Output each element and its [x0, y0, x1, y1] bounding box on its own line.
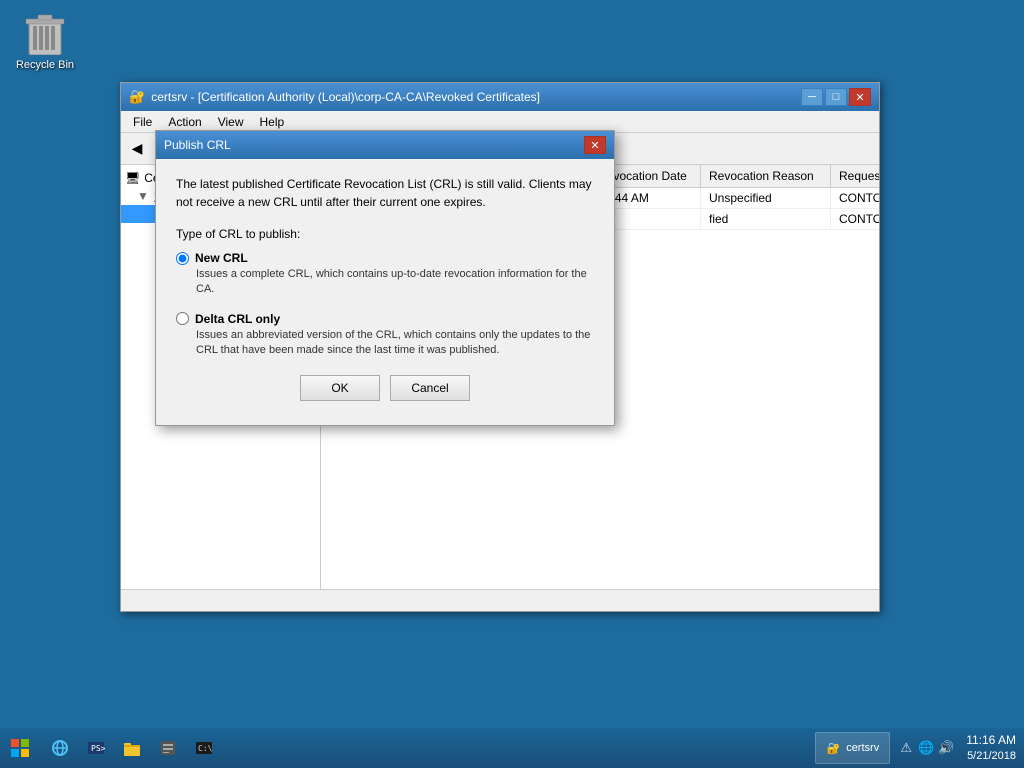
dialog-title: Publish CRL	[164, 138, 231, 152]
new-crl-label[interactable]: New CRL	[195, 251, 248, 265]
delta-crl-label[interactable]: Delta CRL only	[195, 312, 280, 326]
delta-crl-radio[interactable]	[176, 312, 189, 325]
taskbar-item-icon: 🔐	[826, 742, 840, 755]
window-title: certsrv - [Certification Authority (Loca…	[151, 90, 540, 104]
menu-help[interactable]: Help	[252, 113, 293, 131]
taskbar-pin-server-manager[interactable]	[152, 732, 184, 764]
cancel-button[interactable]: Cancel	[390, 375, 470, 401]
col-header-requester[interactable]: Requester N...	[831, 165, 879, 187]
delta-crl-description: Issues an abbreviated version of the CRL…	[196, 328, 594, 359]
title-bar: 🔐 certsrv - [Certification Authority (Lo…	[121, 83, 879, 111]
recycle-bin-label: Recycle Bin	[16, 59, 74, 71]
taskbar-active-item[interactable]: 🔐 certsrv	[815, 732, 890, 764]
back-button[interactable]: ◀	[125, 137, 149, 161]
dialog-section-label: Type of CRL to publish:	[176, 227, 594, 241]
minimize-button[interactable]: ─	[801, 88, 823, 106]
col-header-reason[interactable]: Revocation Reason	[701, 165, 831, 187]
cell-requester: CONTOSO\	[831, 188, 879, 208]
clock-time: 11:16 AM	[966, 732, 1016, 749]
title-bar-left: 🔐 certsrv - [Certification Authority (Lo…	[129, 89, 540, 105]
tray-volume-icon[interactable]: 🔊	[938, 740, 954, 756]
desktop: Recycle Bin 🔐 certsrv - [Certification A…	[0, 0, 1024, 768]
tray-network-icon[interactable]: 🌐	[918, 740, 934, 756]
recycle-bin-icon[interactable]: Recycle Bin	[10, 10, 80, 71]
tray-warning-icon[interactable]: ⚠	[898, 740, 914, 756]
window-icon: 🔐	[129, 89, 145, 105]
cell-reason: Unspecified	[701, 188, 831, 208]
new-crl-radio-row: New CRL	[176, 251, 594, 265]
system-clock[interactable]: 11:16 AM 5/21/2018	[966, 732, 1016, 764]
taskbar-pin-cmd[interactable]: C:\>	[188, 732, 220, 764]
new-crl-description: Issues a complete CRL, which contains up…	[196, 267, 594, 298]
expand-icon: ▼	[137, 189, 149, 203]
new-crl-radio[interactable]	[176, 252, 189, 265]
status-bar	[121, 589, 879, 611]
dialog-title-bar: Publish CRL ✕	[156, 131, 614, 159]
dialog-info-text: The latest published Certificate Revocat…	[176, 175, 594, 211]
svg-text:PS>: PS>	[91, 744, 105, 753]
delta-crl-option: Delta CRL only Issues an abbreviated ver…	[176, 312, 594, 359]
menu-file[interactable]: File	[125, 113, 160, 131]
dialog-buttons: OK Cancel	[176, 375, 594, 409]
maximize-button[interactable]: □	[825, 88, 847, 106]
taskbar-pin-ie[interactable]	[44, 732, 76, 764]
taskbar-pinned-apps: PS> C:	[40, 732, 815, 764]
ok-button[interactable]: OK	[300, 375, 380, 401]
taskbar-item-label: certsrv	[846, 742, 879, 754]
delta-crl-radio-row: Delta CRL only	[176, 312, 594, 326]
dialog-close-button[interactable]: ✕	[584, 136, 606, 154]
taskbar: PS> C:	[0, 728, 1024, 768]
taskbar-pin-explorer[interactable]	[116, 732, 148, 764]
title-bar-buttons: ─ □ ✕	[801, 88, 871, 106]
system-tray: ⚠ 🌐 🔊 11:16 AM 5/21/2018	[890, 732, 1024, 764]
cell-requester-2: CONTOSO\	[831, 209, 879, 229]
clock-date: 5/21/2018	[966, 749, 1016, 764]
cell-reason-2: fied	[701, 209, 831, 229]
svg-text:C:\>: C:\>	[198, 744, 213, 753]
computer-icon: 🖥	[125, 171, 140, 185]
close-button[interactable]: ✕	[849, 88, 871, 106]
dialog-body: The latest published Certificate Revocat…	[156, 159, 614, 425]
publish-crl-dialog: Publish CRL ✕ The latest published Certi…	[155, 130, 615, 426]
tray-icons: ⚠ 🌐 🔊	[898, 740, 954, 756]
taskbar-pin-powershell[interactable]: PS>	[80, 732, 112, 764]
menu-action[interactable]: Action	[160, 113, 209, 131]
menu-view[interactable]: View	[210, 113, 252, 131]
start-button[interactable]	[0, 728, 40, 768]
new-crl-option: New CRL Issues a complete CRL, which con…	[176, 251, 594, 298]
